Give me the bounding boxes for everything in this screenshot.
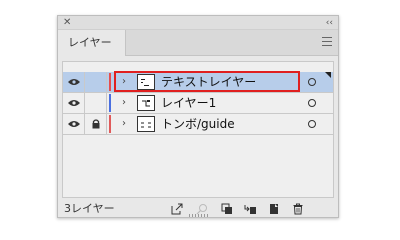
layers-panel: ✕ ‹‹ レイヤー › テキストレイヤー › レイヤー1 › トンボ/guide… [57, 15, 339, 218]
layer-thumbnail [137, 95, 155, 111]
hamburger-menu-icon[interactable] [322, 37, 332, 47]
new-sublayer-icon[interactable] [244, 203, 256, 215]
layer-row[interactable]: › トンボ/guide [63, 114, 333, 135]
layer-color-bar [109, 73, 111, 91]
layer-row[interactable]: › レイヤー1 [63, 93, 333, 114]
layer-thumbnail [137, 116, 155, 132]
target-circle-icon[interactable] [308, 120, 316, 128]
tab-layers[interactable]: レイヤー [58, 30, 126, 56]
target-circle-icon[interactable] [308, 99, 316, 107]
tab-row: レイヤー [58, 30, 338, 56]
export-icon[interactable] [171, 203, 183, 215]
selection-indicator [325, 72, 331, 78]
lock-toggle[interactable] [85, 72, 107, 92]
resize-grip[interactable] [189, 214, 209, 217]
layer-row[interactable]: › テキストレイヤー [63, 71, 333, 93]
close-icon[interactable]: ✕ [63, 16, 71, 30]
collapse-icon[interactable]: ‹‹ [326, 16, 333, 30]
layer-color-bar [109, 94, 111, 112]
layer-name[interactable]: レイヤー1 [161, 93, 216, 113]
lock-icon[interactable] [85, 114, 107, 134]
eye-icon[interactable] [63, 72, 85, 92]
trash-icon[interactable] [292, 203, 304, 215]
annotation-highlight-box [114, 71, 300, 92]
eye-icon[interactable] [63, 93, 85, 113]
clipping-mask-icon[interactable] [221, 203, 233, 215]
lock-toggle[interactable] [85, 93, 107, 113]
layer-list: › テキストレイヤー › レイヤー1 › トンボ/guide [62, 61, 334, 198]
new-layer-icon[interactable] [268, 203, 280, 215]
layer-count: 3レイヤー [64, 202, 115, 215]
panel-titlebar: ✕ ‹‹ [58, 16, 338, 30]
layer-name[interactable]: トンボ/guide [161, 114, 235, 134]
chevron-right-icon[interactable]: › [118, 93, 130, 113]
eye-icon[interactable] [63, 114, 85, 134]
target-circle-icon[interactable] [308, 78, 316, 86]
layer-color-bar [109, 115, 111, 133]
chevron-right-icon[interactable]: › [118, 114, 130, 134]
